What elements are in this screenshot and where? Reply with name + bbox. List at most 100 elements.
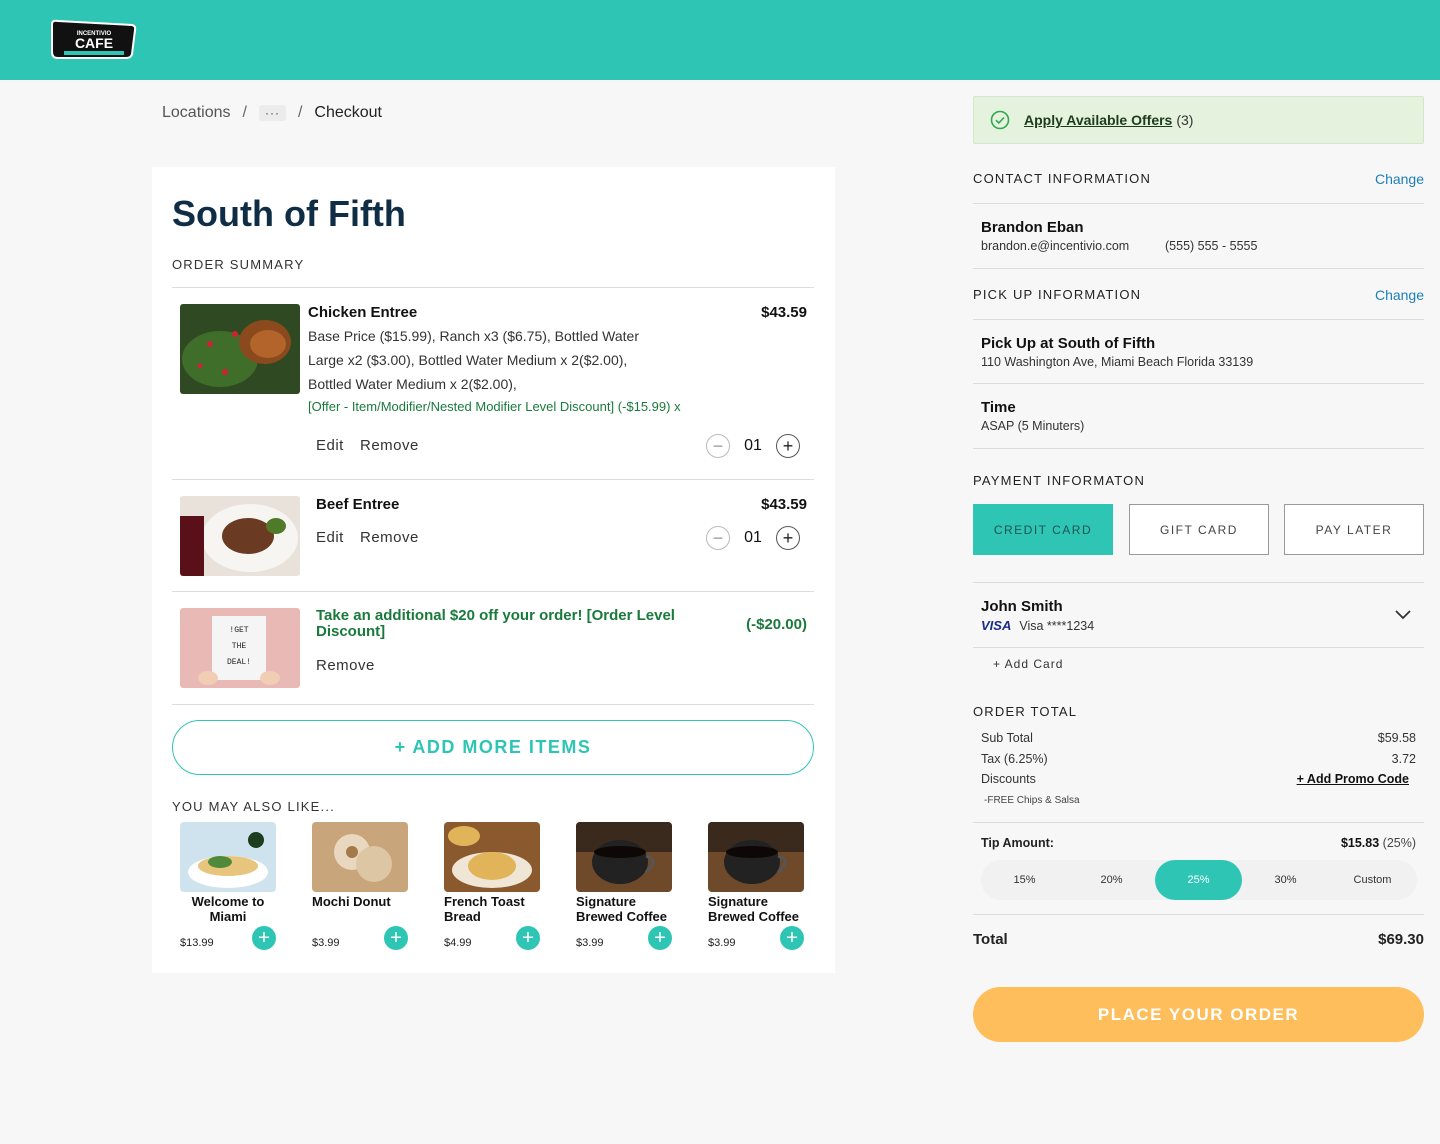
order-summary-label: ORDER SUMMARY: [172, 257, 305, 272]
contact-name: Brandon Eban: [981, 219, 1084, 236]
change-pickup-link[interactable]: Change: [1375, 287, 1424, 303]
quantity-stepper: − 01 +: [706, 434, 800, 458]
item-price: $43.59: [761, 496, 807, 513]
tip-option-custom[interactable]: Custom: [1329, 860, 1416, 900]
item-name: Chicken Entree: [308, 304, 418, 321]
recommendation-card[interactable]: Signature Brewed Coffee $3.99 +: [576, 822, 672, 950]
tip-selector: 15% 20% 25% 30% Custom: [981, 860, 1417, 900]
edit-button[interactable]: Edit: [316, 529, 344, 546]
recommendation-price: $13.99: [180, 937, 214, 949]
add-more-items-button[interactable]: + ADD MORE ITEMS: [172, 720, 814, 775]
breadcrumb-ellipsis[interactable]: ···: [258, 105, 286, 121]
payment-label: PAYMENT INFORMATON: [973, 473, 1146, 488]
recommendation-image: [708, 822, 804, 892]
plus-icon[interactable]: +: [776, 434, 800, 458]
check-circle-icon: [990, 110, 1010, 130]
store-title: South of Fifth: [172, 193, 406, 234]
breadcrumb-locations[interactable]: Locations: [162, 104, 231, 122]
divider: [973, 383, 1424, 384]
card-holder-name: John Smith: [981, 598, 1063, 615]
add-item-icon[interactable]: +: [252, 926, 276, 950]
divider: [973, 448, 1424, 449]
apply-offers-link[interactable]: Apply Available Offers: [1024, 112, 1172, 128]
tax-row: Tax (6.25%) 3.72: [981, 752, 1416, 766]
chevron-down-icon[interactable]: [1394, 608, 1412, 626]
divider: [973, 914, 1424, 915]
recommendation-image: [444, 822, 540, 892]
tip-percent: (25%): [1382, 836, 1416, 850]
quantity-value: 01: [744, 529, 762, 546]
recommendation-name: Welcome to Miami: [191, 894, 265, 924]
add-item-icon[interactable]: +: [516, 926, 540, 950]
remove-button[interactable]: Remove: [360, 437, 419, 454]
time-value: ASAP (5 Minuters): [981, 419, 1085, 433]
breadcrumb: Locations / ··· / Checkout: [162, 104, 382, 122]
tax-value: 3.72: [1391, 752, 1416, 766]
add-item-icon[interactable]: +: [384, 926, 408, 950]
recommendation-card[interactable]: French Toast Bread $4.99 +: [444, 822, 540, 950]
recommendation-card[interactable]: Mochi Donut $3.99 +: [312, 822, 408, 950]
divider: [973, 582, 1424, 583]
tip-amount: $15.83: [1340, 836, 1380, 850]
divider: [973, 319, 1424, 320]
recommendation-image: [180, 822, 276, 892]
item-offer: [Offer - Item/Modifier/Nested Modifier L…: [308, 399, 681, 414]
card-number: Visa ****1234: [1019, 618, 1095, 633]
change-contact-link[interactable]: Change: [1375, 171, 1424, 187]
tip-summary: $15.83 (25%): [1341, 836, 1416, 850]
discounts-row: Discounts + Add Promo Code: [981, 772, 1416, 786]
beef-entree-image: [180, 496, 300, 576]
divider: [172, 287, 814, 288]
total-value: $69.30: [1378, 931, 1424, 948]
add-item-icon[interactable]: +: [780, 926, 804, 950]
contact-phone: (555) 555 - 5555: [1165, 239, 1258, 253]
deal-image: !GET THE DEAL!: [180, 608, 300, 688]
pickup-address: 110 Washington Ave, Miami Beach Florida …: [981, 355, 1254, 369]
recommendation-name: Signature Brewed Coffee: [576, 894, 668, 924]
card-info[interactable]: VISA Visa ****1234: [981, 618, 1094, 633]
recommendation-name: Signature Brewed Coffee: [708, 894, 800, 924]
discounts-label: Discounts: [981, 772, 1036, 786]
quantity-stepper: − 01 +: [706, 526, 800, 550]
plus-icon[interactable]: +: [776, 526, 800, 550]
free-item-discount: -FREE Chips & Salsa: [984, 795, 1080, 806]
divider: [172, 479, 814, 480]
pay-later-option[interactable]: PAY LATER: [1284, 504, 1424, 555]
gift-card-option[interactable]: GIFT CARD: [1129, 504, 1269, 555]
minus-icon[interactable]: −: [706, 434, 730, 458]
edit-button[interactable]: Edit: [316, 437, 344, 454]
svg-text:THE: THE: [232, 642, 247, 651]
add-item-icon[interactable]: +: [648, 926, 672, 950]
divider: [973, 647, 1424, 648]
minus-icon[interactable]: −: [706, 526, 730, 550]
tip-option-20[interactable]: 20%: [1068, 860, 1155, 900]
recommendation-image: [576, 822, 672, 892]
quantity-value: 01: [744, 437, 762, 454]
recommendation-price: $4.99: [444, 937, 472, 949]
add-card-button[interactable]: + Add Card: [993, 657, 1063, 671]
remove-button[interactable]: Remove: [360, 529, 419, 546]
offers-banner[interactable]: Apply Available Offers (3): [973, 96, 1424, 144]
item-price: $43.59: [761, 304, 807, 321]
breadcrumb-current: Checkout: [314, 104, 382, 121]
tip-option-15[interactable]: 15%: [981, 860, 1068, 900]
svg-text:DEAL!: DEAL!: [227, 658, 251, 667]
cafe-logo[interactable]: INCENTIVIO CAFE: [48, 18, 138, 62]
credit-card-option[interactable]: CREDIT CARD: [973, 504, 1113, 555]
recommendation-card[interactable]: Welcome to Miami $13.99 +: [180, 822, 276, 950]
divider: [172, 591, 814, 592]
also-like-label: YOU MAY ALSO LIKE...: [172, 799, 335, 814]
add-promo-code-link[interactable]: + Add Promo Code: [1297, 772, 1409, 786]
tip-option-25[interactable]: 25%: [1155, 860, 1242, 900]
recommendation-card[interactable]: Signature Brewed Coffee $3.99 +: [708, 822, 804, 950]
contact-email: brandon.e@incentivio.com: [981, 239, 1130, 253]
chicken-entree-image: [180, 304, 300, 394]
recommendation-price: $3.99: [576, 937, 604, 949]
divider: [973, 822, 1424, 823]
tip-option-30[interactable]: 30%: [1242, 860, 1329, 900]
recommendation-price: $3.99: [312, 937, 340, 949]
top-bar: INCENTIVIO CAFE: [0, 0, 1440, 80]
total-label: Total: [973, 931, 1008, 948]
remove-discount-button[interactable]: Remove: [316, 657, 375, 674]
place-order-button[interactable]: PLACE YOUR ORDER: [973, 987, 1424, 1042]
